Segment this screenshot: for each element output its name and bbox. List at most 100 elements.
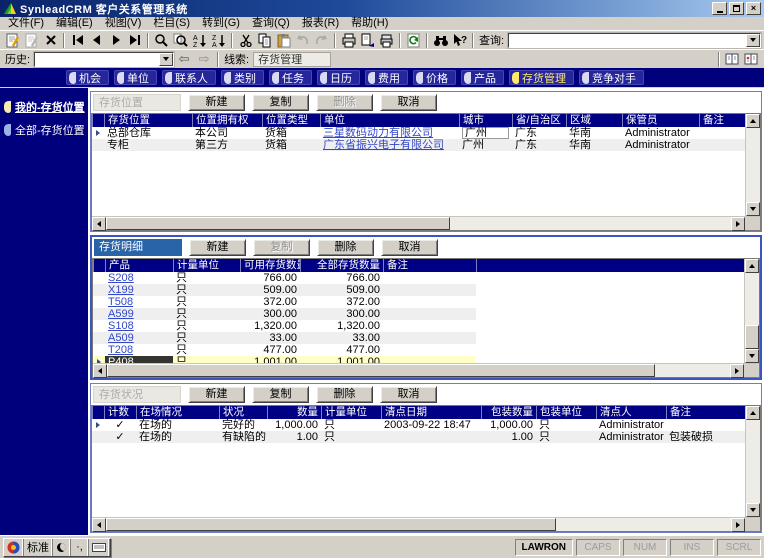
vertical-scrollbar[interactable]	[745, 114, 760, 216]
ime-punctuation-button[interactable]: ·,	[71, 538, 89, 556]
ime-toolbar[interactable]: 标准 ·,	[3, 537, 111, 557]
sort-descending-icon[interactable]: ZA	[209, 32, 228, 49]
chevron-down-icon[interactable]	[746, 33, 760, 47]
vertical-scrollbar[interactable]	[745, 406, 760, 517]
copy-button[interactable]: 复制	[252, 386, 309, 403]
export-icon[interactable]	[358, 32, 377, 49]
table-row-selected[interactable]: P408 只 1,001.00 1,001.00	[93, 356, 744, 363]
minimize-button[interactable]	[712, 2, 727, 15]
selected-product-cell[interactable]: P408	[105, 356, 173, 363]
table-row[interactable]: 总部仓库 本公司 货箱 三星数码动力有限公司 广州 广东 华南 Administ…	[92, 127, 745, 139]
product-link[interactable]: A509	[105, 332, 173, 344]
scroll-down-icon[interactable]	[746, 202, 760, 216]
find-icon[interactable]	[431, 32, 450, 49]
tab-task[interactable]: 任务	[269, 70, 312, 85]
new-icon[interactable]	[3, 32, 22, 49]
table-row[interactable]: ✓ 在场的 有缺陷的 1.00 只 1.00 只 Administrator 包…	[92, 431, 745, 443]
cut-icon[interactable]	[236, 32, 255, 49]
counted-checkbox[interactable]: ✓	[104, 431, 136, 443]
tab-inventory[interactable]: 存货管理	[509, 70, 574, 85]
company-link[interactable]: 广东省振兴电子有限公司	[320, 139, 459, 151]
product-link[interactable]: S108	[105, 320, 173, 332]
back-icon[interactable]: ⇦	[174, 51, 194, 67]
scroll-left-icon[interactable]	[92, 217, 106, 231]
undo-icon[interactable]	[293, 32, 312, 49]
table-row[interactable]: T208 只 477.00 477.00	[93, 344, 744, 356]
counted-checkbox[interactable]: ✓	[104, 419, 136, 431]
close-button[interactable]: ×	[746, 2, 761, 15]
tab-product[interactable]: 产品	[461, 70, 504, 85]
new-button[interactable]: 新建	[188, 386, 245, 403]
sidebar-item-my-inventory-locations[interactable]: 我的-存货位置	[0, 95, 88, 118]
tab-expense[interactable]: 费用	[365, 70, 408, 85]
product-link[interactable]: T208	[105, 344, 173, 356]
menu-file[interactable]: 文件(F)	[2, 17, 50, 30]
query-combobox[interactable]	[508, 32, 761, 48]
help-pointer-icon[interactable]: ?	[450, 32, 469, 49]
product-link[interactable]: A599	[105, 308, 173, 320]
ime-mode-button[interactable]: 标准	[24, 538, 53, 556]
product-link[interactable]: S208	[105, 272, 173, 284]
copy-icon[interactable]	[255, 32, 274, 49]
restore-button[interactable]	[729, 2, 744, 15]
product-link[interactable]: X199	[105, 284, 173, 296]
menu-edit[interactable]: 编辑(E)	[50, 17, 99, 30]
prev-record-icon[interactable]	[87, 32, 106, 49]
forward-icon[interactable]: ⇨	[194, 51, 214, 67]
delete-button[interactable]: 删除	[316, 386, 373, 403]
org-book-icon[interactable]	[742, 51, 761, 68]
refresh-icon[interactable]	[404, 32, 423, 49]
tab-calendar[interactable]: 日历	[317, 70, 360, 85]
table-row[interactable]: A599 只 300.00 300.00	[93, 308, 744, 320]
table-row[interactable]: S208 只 766.00 766.00	[93, 272, 744, 284]
horizontal-scrollbar[interactable]	[93, 364, 744, 378]
table-row[interactable]: 专柜 第三方 货箱 广东省振兴电子有限公司 广州 广东 华南 Administr…	[92, 139, 745, 151]
copy-button[interactable]: 复制	[252, 94, 309, 111]
scroll-right-icon[interactable]	[731, 217, 745, 231]
first-record-icon[interactable]	[68, 32, 87, 49]
tab-price[interactable]: 价格	[413, 70, 456, 85]
horizontal-scrollbar[interactable]	[92, 518, 745, 532]
tab-category[interactable]: 类别	[221, 70, 264, 85]
table-row[interactable]: ✓ 在场的 完好的 1,000.00 只 2003-09-22 18:47 1,…	[92, 419, 745, 431]
menu-columns[interactable]: 栏目(S)	[147, 17, 196, 30]
scroll-up-icon[interactable]	[746, 114, 760, 128]
scroll-left-icon[interactable]	[93, 364, 107, 378]
scrollbar-thumb[interactable]	[107, 364, 656, 377]
scroll-left-icon[interactable]	[92, 518, 106, 532]
search-icon[interactable]	[152, 32, 171, 49]
new-button[interactable]: 新建	[189, 239, 246, 256]
scrollbar-thumb[interactable]	[106, 217, 450, 230]
scroll-down-icon[interactable]	[746, 503, 760, 517]
menu-report[interactable]: 报表(R)	[296, 17, 345, 30]
query-search-icon[interactable]	[171, 32, 190, 49]
menu-goto[interactable]: 转到(G)	[196, 17, 246, 30]
city-cell-editor[interactable]: 广州	[462, 127, 509, 139]
ime-keyboard-button[interactable]	[89, 538, 110, 556]
edit-icon[interactable]	[22, 32, 41, 49]
sort-ascending-icon[interactable]: AZ	[190, 32, 209, 49]
delete-icon[interactable]	[41, 32, 60, 49]
ime-fullwidth-button[interactable]	[53, 538, 71, 556]
cancel-button[interactable]: 取消	[381, 239, 438, 256]
scroll-up-icon[interactable]	[746, 406, 760, 420]
tab-company[interactable]: 单位	[114, 70, 157, 85]
scroll-right-icon[interactable]	[731, 518, 745, 532]
ime-icon[interactable]	[4, 538, 24, 556]
next-record-icon[interactable]	[106, 32, 125, 49]
scrollbar-thumb[interactable]	[745, 325, 759, 349]
tab-contact[interactable]: 联系人	[162, 70, 216, 85]
product-link[interactable]: T508	[105, 296, 173, 308]
history-combobox[interactable]	[34, 51, 175, 67]
contact-book-icon[interactable]	[723, 51, 742, 68]
menu-view[interactable]: 视图(V)	[99, 17, 148, 30]
table-row[interactable]: S108 只 1,320.00 1,320.00	[93, 320, 744, 332]
last-record-icon[interactable]	[125, 32, 144, 49]
cancel-button[interactable]: 取消	[380, 94, 437, 111]
paste-icon[interactable]	[274, 32, 293, 49]
redo-icon[interactable]	[312, 32, 331, 49]
menu-query[interactable]: 查询(Q)	[246, 17, 296, 30]
print-icon[interactable]	[339, 32, 358, 49]
scroll-down-icon[interactable]	[745, 349, 759, 363]
menu-help[interactable]: 帮助(H)	[345, 17, 394, 30]
